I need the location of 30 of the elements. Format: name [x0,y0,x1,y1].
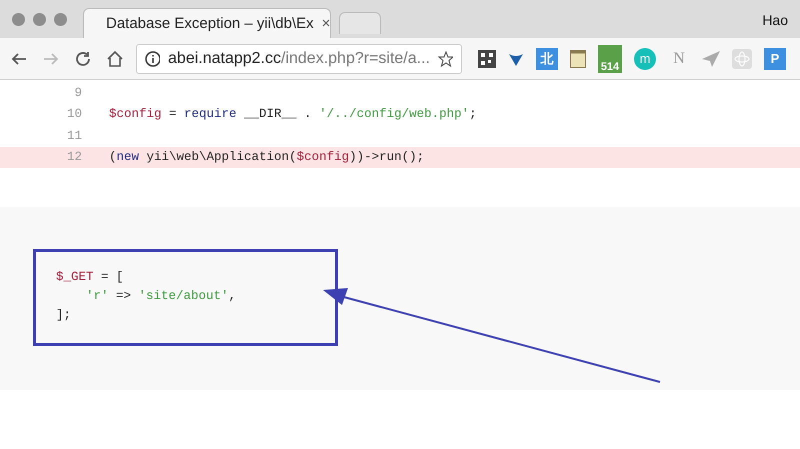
browser-tab[interactable]: Database Exception – yii\db\Ex × [83,8,331,38]
code-line: ]; [56,308,72,324]
close-light[interactable] [12,12,25,26]
minimize-light[interactable] [33,12,46,26]
code-line: $_GET = [ [56,270,125,286]
circle-icon[interactable]: m [634,48,656,70]
star-icon[interactable] [438,50,453,66]
qr-code-icon[interactable] [478,50,496,68]
letter-tile-icon[interactable]: 北 [536,48,558,70]
line-number: 11 [66,128,82,143]
close-icon[interactable]: × [322,15,330,32]
code-line: $config = require __DIR__ . '/../config/web.php'; [109,107,477,122]
address-bar[interactable]: abei.natapp2.cc/index.php?r=site/a... [136,44,462,74]
code-line: (new yii\web\Application($config))->run(); [109,150,424,164]
reload-icon [74,50,92,68]
line-number: 12 [66,150,82,164]
notebook-icon[interactable] [570,50,586,68]
zoom-light[interactable] [54,12,67,26]
code-line: 'r' => 'site/about', [85,289,238,305]
bird-icon[interactable] [702,50,720,66]
tab-title: Database Exception – yii\db\Ex [106,15,314,32]
letter-icon[interactable]: N [668,48,690,70]
url-text: abei.natapp2.cc/index.php?r=site/a... [168,50,430,68]
line-number: 9 [73,86,82,100]
profile-name[interactable]: Hao [762,12,788,28]
home-icon [106,50,124,68]
info-icon[interactable] [145,50,160,66]
line-number: 10 [66,107,82,122]
letter-tile-icon[interactable]: P [764,48,786,70]
badge-icon[interactable]: 514 [598,44,622,72]
